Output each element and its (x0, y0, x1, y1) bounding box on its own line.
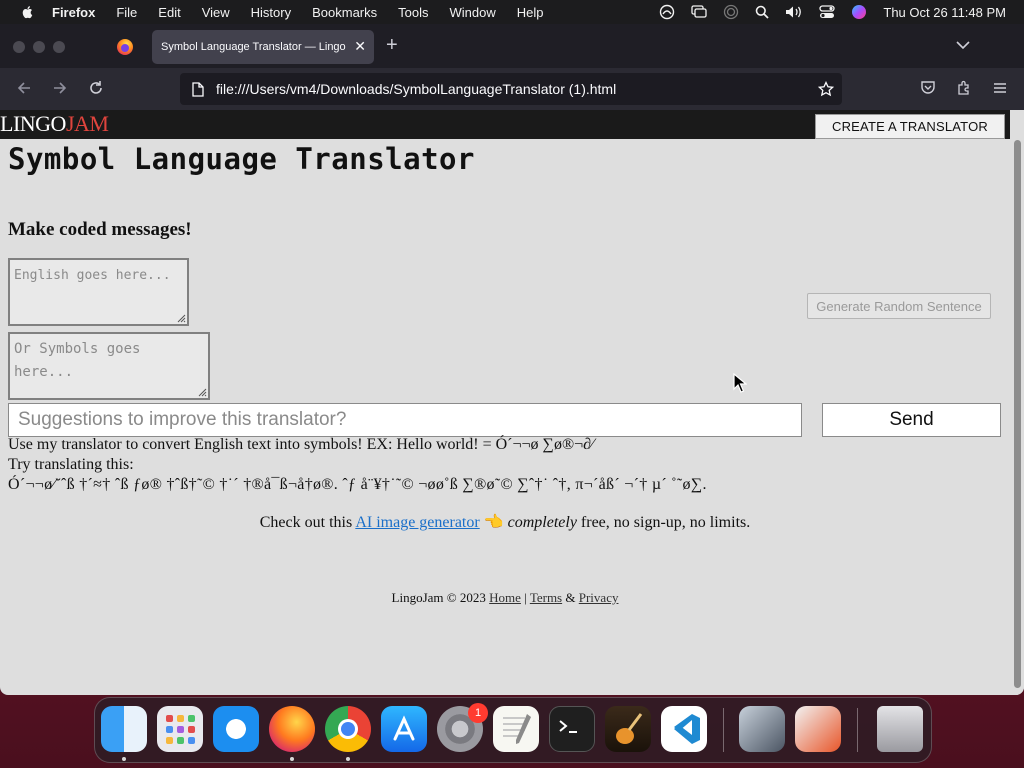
settings-badge: 1 (468, 703, 488, 723)
bookmark-star-icon[interactable] (818, 81, 834, 97)
generate-random-sentence-button[interactable]: Generate Random Sentence (807, 293, 991, 319)
site-footer: LingoJam © 2023 Home | Terms & Privacy (0, 590, 1010, 606)
launchpad-icon[interactable] (157, 706, 203, 752)
footer-separator: | (524, 590, 527, 605)
list-all-tabs-icon[interactable] (956, 40, 970, 50)
suggestions-input[interactable]: Suggestions to improve this translator? (8, 403, 802, 437)
forward-icon[interactable] (52, 80, 68, 96)
address-bar[interactable]: file:///Users/vm4/Downloads/SymbolLangua… (180, 73, 842, 105)
menu-app-firefox[interactable]: Firefox (52, 5, 95, 20)
tagline: Make coded messages! (8, 219, 192, 240)
page-icon[interactable] (192, 81, 204, 97)
trash-icon[interactable] (877, 706, 923, 752)
spotlight-search-icon[interactable] (755, 5, 770, 19)
firefox-icon[interactable] (269, 706, 315, 752)
copyright-text: LingoJam © 2023 (391, 590, 486, 605)
navigation-toolbar: file:///Users/vm4/Downloads/SymbolLangua… (0, 68, 1024, 110)
screen-time-icon[interactable] (659, 4, 675, 20)
logo-jam-text: JAM (65, 111, 109, 136)
symbols-input[interactable]: Or Symbols goes here... (8, 332, 210, 400)
dock-separator (723, 708, 724, 752)
menu-help[interactable]: Help (517, 5, 544, 20)
english-input[interactable]: English goes here... (8, 258, 189, 326)
new-tab-icon[interactable]: + (386, 35, 398, 55)
terminal-icon[interactable] (549, 706, 595, 752)
tab-title: Symbol Language Translator — Lingo (161, 41, 346, 53)
menu-file[interactable]: File (116, 5, 137, 20)
app-store-icon[interactable] (381, 706, 427, 752)
menu-history[interactable]: History (251, 5, 291, 20)
intro-text: Use my translator to convert English tex… (8, 436, 594, 453)
window-minimize-button[interactable] (33, 41, 45, 53)
running-indicator (290, 757, 294, 761)
vscode-icon[interactable] (661, 706, 707, 752)
close-tab-icon[interactable]: ✕ (354, 39, 366, 53)
screen-mirroring-icon[interactable] (691, 5, 708, 19)
running-indicator (122, 757, 126, 761)
ai-image-generator-link[interactable]: AI image generator (355, 514, 479, 531)
sample-symbol-sentence: Ó´¬¬ø⁄˘ˆß †´≈† ˆß ƒø® †ˆß†˜© †˙´ †®å¯ß¬å… (8, 476, 707, 493)
symbols-placeholder: Or Symbols goes here... (14, 341, 141, 380)
textedit-icon[interactable] (493, 706, 539, 752)
apple-menu-icon[interactable] (20, 5, 34, 19)
promo-emphasis: completely (507, 514, 577, 531)
tab-symbol-language-translator[interactable]: Symbol Language Translator — Lingo ✕ (152, 30, 374, 64)
menu-view[interactable]: View (202, 5, 230, 20)
footer-home-link[interactable]: Home (489, 590, 521, 605)
finder-icon[interactable] (101, 706, 147, 752)
chrome-icon[interactable] (325, 706, 371, 752)
resize-handle-icon[interactable] (197, 387, 207, 397)
menu-edit[interactable]: Edit (158, 5, 180, 20)
back-icon[interactable] (16, 80, 32, 96)
dock-separator (857, 708, 858, 752)
macos-menu-bar: Firefox File Edit View History Bookmarks… (0, 0, 1024, 24)
try-translating-label: Try translating this: (8, 456, 134, 473)
lingojam-logo[interactable]: LINGOJAM (0, 111, 109, 136)
scrollbar-thumb[interactable] (1014, 140, 1021, 688)
airdrop-icon[interactable] (723, 4, 739, 20)
window-close-button[interactable] (13, 41, 25, 53)
garageband-icon[interactable] (605, 706, 651, 752)
promo-suffix: free, no sign-up, no limits. (580, 514, 751, 531)
footer-privacy-link[interactable]: Privacy (579, 590, 619, 605)
send-button[interactable]: Send (822, 403, 1001, 437)
firefox-window: Symbol Language Translator — Lingo ✕ + f… (0, 24, 1024, 695)
promo-prefix: Check out this (259, 514, 353, 531)
running-indicator (346, 757, 350, 761)
app-menu-icon[interactable] (992, 80, 1008, 96)
resize-handle-icon[interactable] (176, 313, 186, 323)
logo-lingo-text: LINGO (0, 111, 66, 136)
volume-icon[interactable] (785, 5, 803, 19)
extensions-icon[interactable] (956, 80, 972, 96)
menu-bar-clock[interactable]: Thu Oct 26 11:48 PM (883, 5, 1006, 20)
footer-terms-link[interactable]: Terms (530, 590, 562, 605)
pointing-hand-icon: 👈 (483, 514, 504, 531)
pocket-icon[interactable] (920, 80, 936, 96)
asphalt-8-icon[interactable] (739, 706, 785, 752)
firefox-view-icon[interactable] (116, 38, 134, 56)
url-text[interactable]: file:///Users/vm4/Downloads/SymbolLangua… (216, 81, 616, 97)
menu-tools[interactable]: Tools (398, 5, 428, 20)
page-viewport: LINGOJAM CREATE A TRANSLATOR Symbol Lang… (0, 110, 1024, 695)
window-zoom-button[interactable] (53, 41, 65, 53)
control-center-icon[interactable] (819, 5, 836, 19)
create-translator-button[interactable]: CREATE A TRANSLATOR (815, 114, 1005, 139)
english-placeholder: English goes here... (14, 268, 171, 283)
siri-icon[interactable] (851, 4, 867, 20)
asphalt-9-icon[interactable] (795, 706, 841, 752)
safari-icon[interactable] (213, 706, 259, 752)
macos-dock (94, 697, 932, 763)
footer-ampersand: & (565, 590, 576, 605)
mouse-pointer-icon (733, 373, 747, 393)
ai-generator-promo: Check out this AI image generator 👈 comp… (0, 512, 1010, 532)
menu-bookmarks[interactable]: Bookmarks (312, 5, 377, 20)
reload-icon[interactable] (88, 80, 104, 96)
page-title: Symbol Language Translator (8, 142, 475, 176)
menu-window[interactable]: Window (450, 5, 496, 20)
tab-bar: Symbol Language Translator — Lingo ✕ + (0, 24, 1024, 68)
